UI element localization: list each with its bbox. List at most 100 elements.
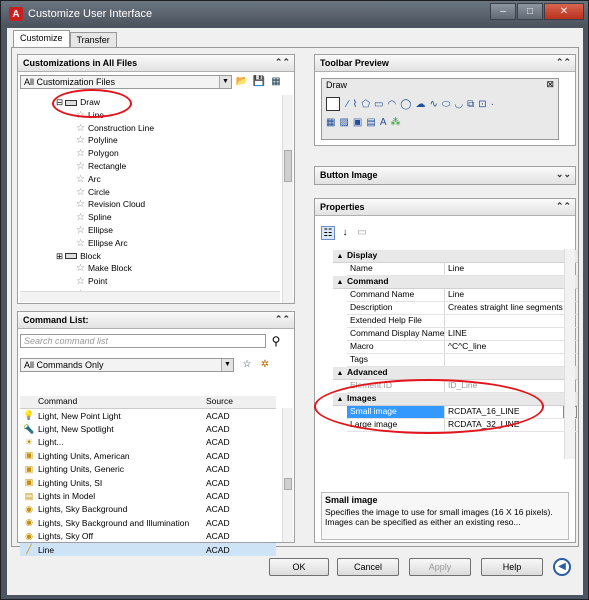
- command-row[interactable]: ☀ Light... ACAD: [20, 436, 276, 449]
- property-category[interactable]: ▲ Command: [333, 276, 578, 289]
- new-command-icon[interactable]: ✲: [258, 358, 272, 372]
- property-value[interactable]: ^C^C_line: [445, 341, 578, 353]
- add-selected-icon[interactable]: ⁂: [390, 117, 404, 128]
- insert-block-icon[interactable]: ⧉: [467, 99, 478, 110]
- polygon-icon[interactable]: ⬠: [361, 99, 374, 110]
- property-pages-icon[interactable]: ▭: [355, 226, 369, 240]
- tree-node[interactable]: ⊞ Block: [20, 250, 278, 263]
- property-value[interactable]: Line: [445, 263, 578, 275]
- toolbar-preview-header[interactable]: Toolbar Preview ⌃⌃: [315, 55, 575, 72]
- tree-node[interactable]: ☆ Ellipse Arc: [20, 237, 278, 250]
- command-row[interactable]: ◉ Lights, Sky Background and Illumination…: [20, 516, 276, 529]
- property-value[interactable]: LINE: [445, 328, 578, 340]
- button-image-header[interactable]: Button Image ⌄⌄: [315, 167, 575, 184]
- command-filter-select[interactable]: All Commands Only ▼: [20, 358, 234, 372]
- tree-node[interactable]: ☆ Circle: [20, 186, 278, 199]
- collapse-up-icon[interactable]: ⌃⌃: [556, 201, 571, 212]
- categorized-icon[interactable]: ☷: [321, 226, 335, 240]
- ok-button[interactable]: OK: [269, 558, 329, 576]
- property-row[interactable]: Name Line: [347, 263, 578, 276]
- region-icon[interactable]: ▣: [353, 117, 366, 128]
- rectangle-icon[interactable]: ▭: [374, 99, 387, 110]
- tab-customize[interactable]: Customize: [13, 30, 70, 47]
- workspace-icon[interactable]: ▦: [269, 75, 283, 89]
- collapse-up-icon[interactable]: ⌃⌃: [275, 314, 290, 325]
- line-icon[interactable]: [326, 97, 340, 112]
- tree-scrollbar[interactable]: [282, 95, 293, 303]
- mtext-icon[interactable]: A: [380, 117, 391, 128]
- property-category[interactable]: ▲ Display: [333, 250, 578, 263]
- tree-node[interactable]: ☆ Revision Cloud: [20, 198, 278, 211]
- property-row[interactable]: Tags: [347, 354, 578, 367]
- toolbar-close-icon[interactable]: ⊠: [546, 79, 554, 90]
- open-file-icon[interactable]: 📂: [235, 75, 249, 89]
- command-row[interactable]: ╱ Line ACAD: [20, 542, 276, 557]
- tree-node[interactable]: ☆ Rectangle: [20, 160, 278, 173]
- property-value[interactable]: Line: [445, 289, 578, 301]
- tree-node[interactable]: ☆ Polyline: [20, 134, 278, 147]
- tree-node[interactable]: ☆ Spline: [20, 211, 278, 224]
- customization-file-select[interactable]: All Customization Files ▼: [20, 75, 232, 89]
- property-scrollbar[interactable]: [564, 249, 575, 459]
- tree-node[interactable]: ☆ Polygon: [20, 147, 278, 160]
- dropdown-arrow-icon[interactable]: ▼: [221, 359, 233, 371]
- category-collapse-icon[interactable]: ▲: [333, 250, 347, 262]
- property-value[interactable]: [445, 315, 578, 327]
- category-collapse-icon[interactable]: ▲: [333, 367, 347, 379]
- column-command[interactable]: Command: [20, 396, 202, 408]
- make-block-icon[interactable]: ⊡: [478, 99, 490, 110]
- property-category[interactable]: ▲ Advanced: [333, 367, 578, 380]
- save-icon[interactable]: 💾: [252, 75, 266, 89]
- command-scroll-thumb[interactable]: [284, 478, 292, 490]
- command-row[interactable]: ▣ Lighting Units, American ACAD: [20, 449, 276, 462]
- category-collapse-icon[interactable]: ▲: [333, 276, 347, 288]
- dropdown-arrow-icon[interactable]: ▼: [219, 76, 231, 88]
- property-row[interactable]: Command Name Line: [347, 289, 578, 302]
- property-row[interactable]: Command Display Name LINE: [347, 328, 578, 341]
- property-row[interactable]: Extended Help File: [347, 315, 578, 328]
- tree-node[interactable]: ☆ Arc: [20, 173, 278, 186]
- tree-node[interactable]: ☆ Ellipse: [20, 224, 278, 237]
- command-row[interactable]: ▣ Lighting Units, SI ACAD: [20, 476, 276, 489]
- search-icon[interactable]: ⚲: [269, 334, 283, 348]
- ellipse-icon[interactable]: ⬭: [442, 99, 455, 110]
- tree-node[interactable]: ☆ Construction Line: [20, 122, 278, 135]
- circle-icon[interactable]: ◯: [400, 99, 415, 110]
- find-command-icon[interactable]: ☆: [240, 358, 254, 372]
- command-row[interactable]: ◉ Lights, Sky Off ACAD: [20, 530, 276, 543]
- properties-header[interactable]: Properties ⌃⌃: [315, 199, 575, 216]
- hatch-icon[interactable]: ▦: [326, 117, 339, 128]
- tree-scroll-thumb[interactable]: [284, 150, 292, 182]
- collapse-up-icon[interactable]: ⌃⌃: [556, 57, 571, 68]
- command-row[interactable]: 💡 Light, New Point Light ACAD: [20, 409, 276, 422]
- tree-node[interactable]: ☆ Make Block: [20, 262, 278, 275]
- maximize-button[interactable]: □: [517, 3, 543, 20]
- command-row[interactable]: ▣ Lighting Units, Generic ACAD: [20, 463, 276, 476]
- ellipse-arc-icon[interactable]: ◡: [454, 99, 467, 110]
- command-row[interactable]: ▤ Lights in Model ACAD: [20, 489, 276, 502]
- collapse-dialog-icon[interactable]: ◀: [553, 558, 571, 576]
- tree-hscrollbar[interactable]: [20, 291, 280, 302]
- spline-icon[interactable]: ∿: [429, 99, 441, 110]
- title-bar[interactable]: A Customize User Interface – □ ✕: [1, 1, 588, 27]
- command-list-header[interactable]: Command List: ⌃⌃: [18, 312, 294, 329]
- customization-tree[interactable]: ⊟ Draw ☆ Line ☆ Construction Line ☆ Polyline ☆ Po…: [20, 96, 278, 301]
- alphabetical-icon[interactable]: ↓: [338, 226, 352, 240]
- tree-node[interactable]: ☆ Point: [20, 275, 278, 288]
- collapse-up-icon[interactable]: ⌃⌃: [275, 57, 290, 68]
- revision-cloud-icon[interactable]: ☁: [415, 99, 429, 110]
- polyline-icon[interactable]: ⌇: [352, 99, 361, 110]
- command-row[interactable]: 🔦 Light, New Spotlight ACAD: [20, 422, 276, 435]
- expand-down-icon[interactable]: ⌄⌄: [556, 169, 571, 180]
- command-row[interactable]: ◉ Lights, Sky Background ACAD: [20, 503, 276, 516]
- close-button[interactable]: ✕: [544, 3, 584, 20]
- minimize-button[interactable]: –: [490, 3, 516, 20]
- property-row[interactable]: Macro ^C^C_line: [347, 341, 578, 354]
- apply-button[interactable]: Apply: [409, 558, 471, 576]
- property-value[interactable]: [445, 354, 578, 366]
- command-scrollbar[interactable]: [282, 408, 293, 542]
- expand-node-icon[interactable]: ⊞: [56, 251, 63, 261]
- table-icon[interactable]: ▤: [366, 117, 379, 128]
- search-command-input[interactable]: Search command list: [20, 334, 266, 348]
- cancel-button[interactable]: Cancel: [337, 558, 399, 576]
